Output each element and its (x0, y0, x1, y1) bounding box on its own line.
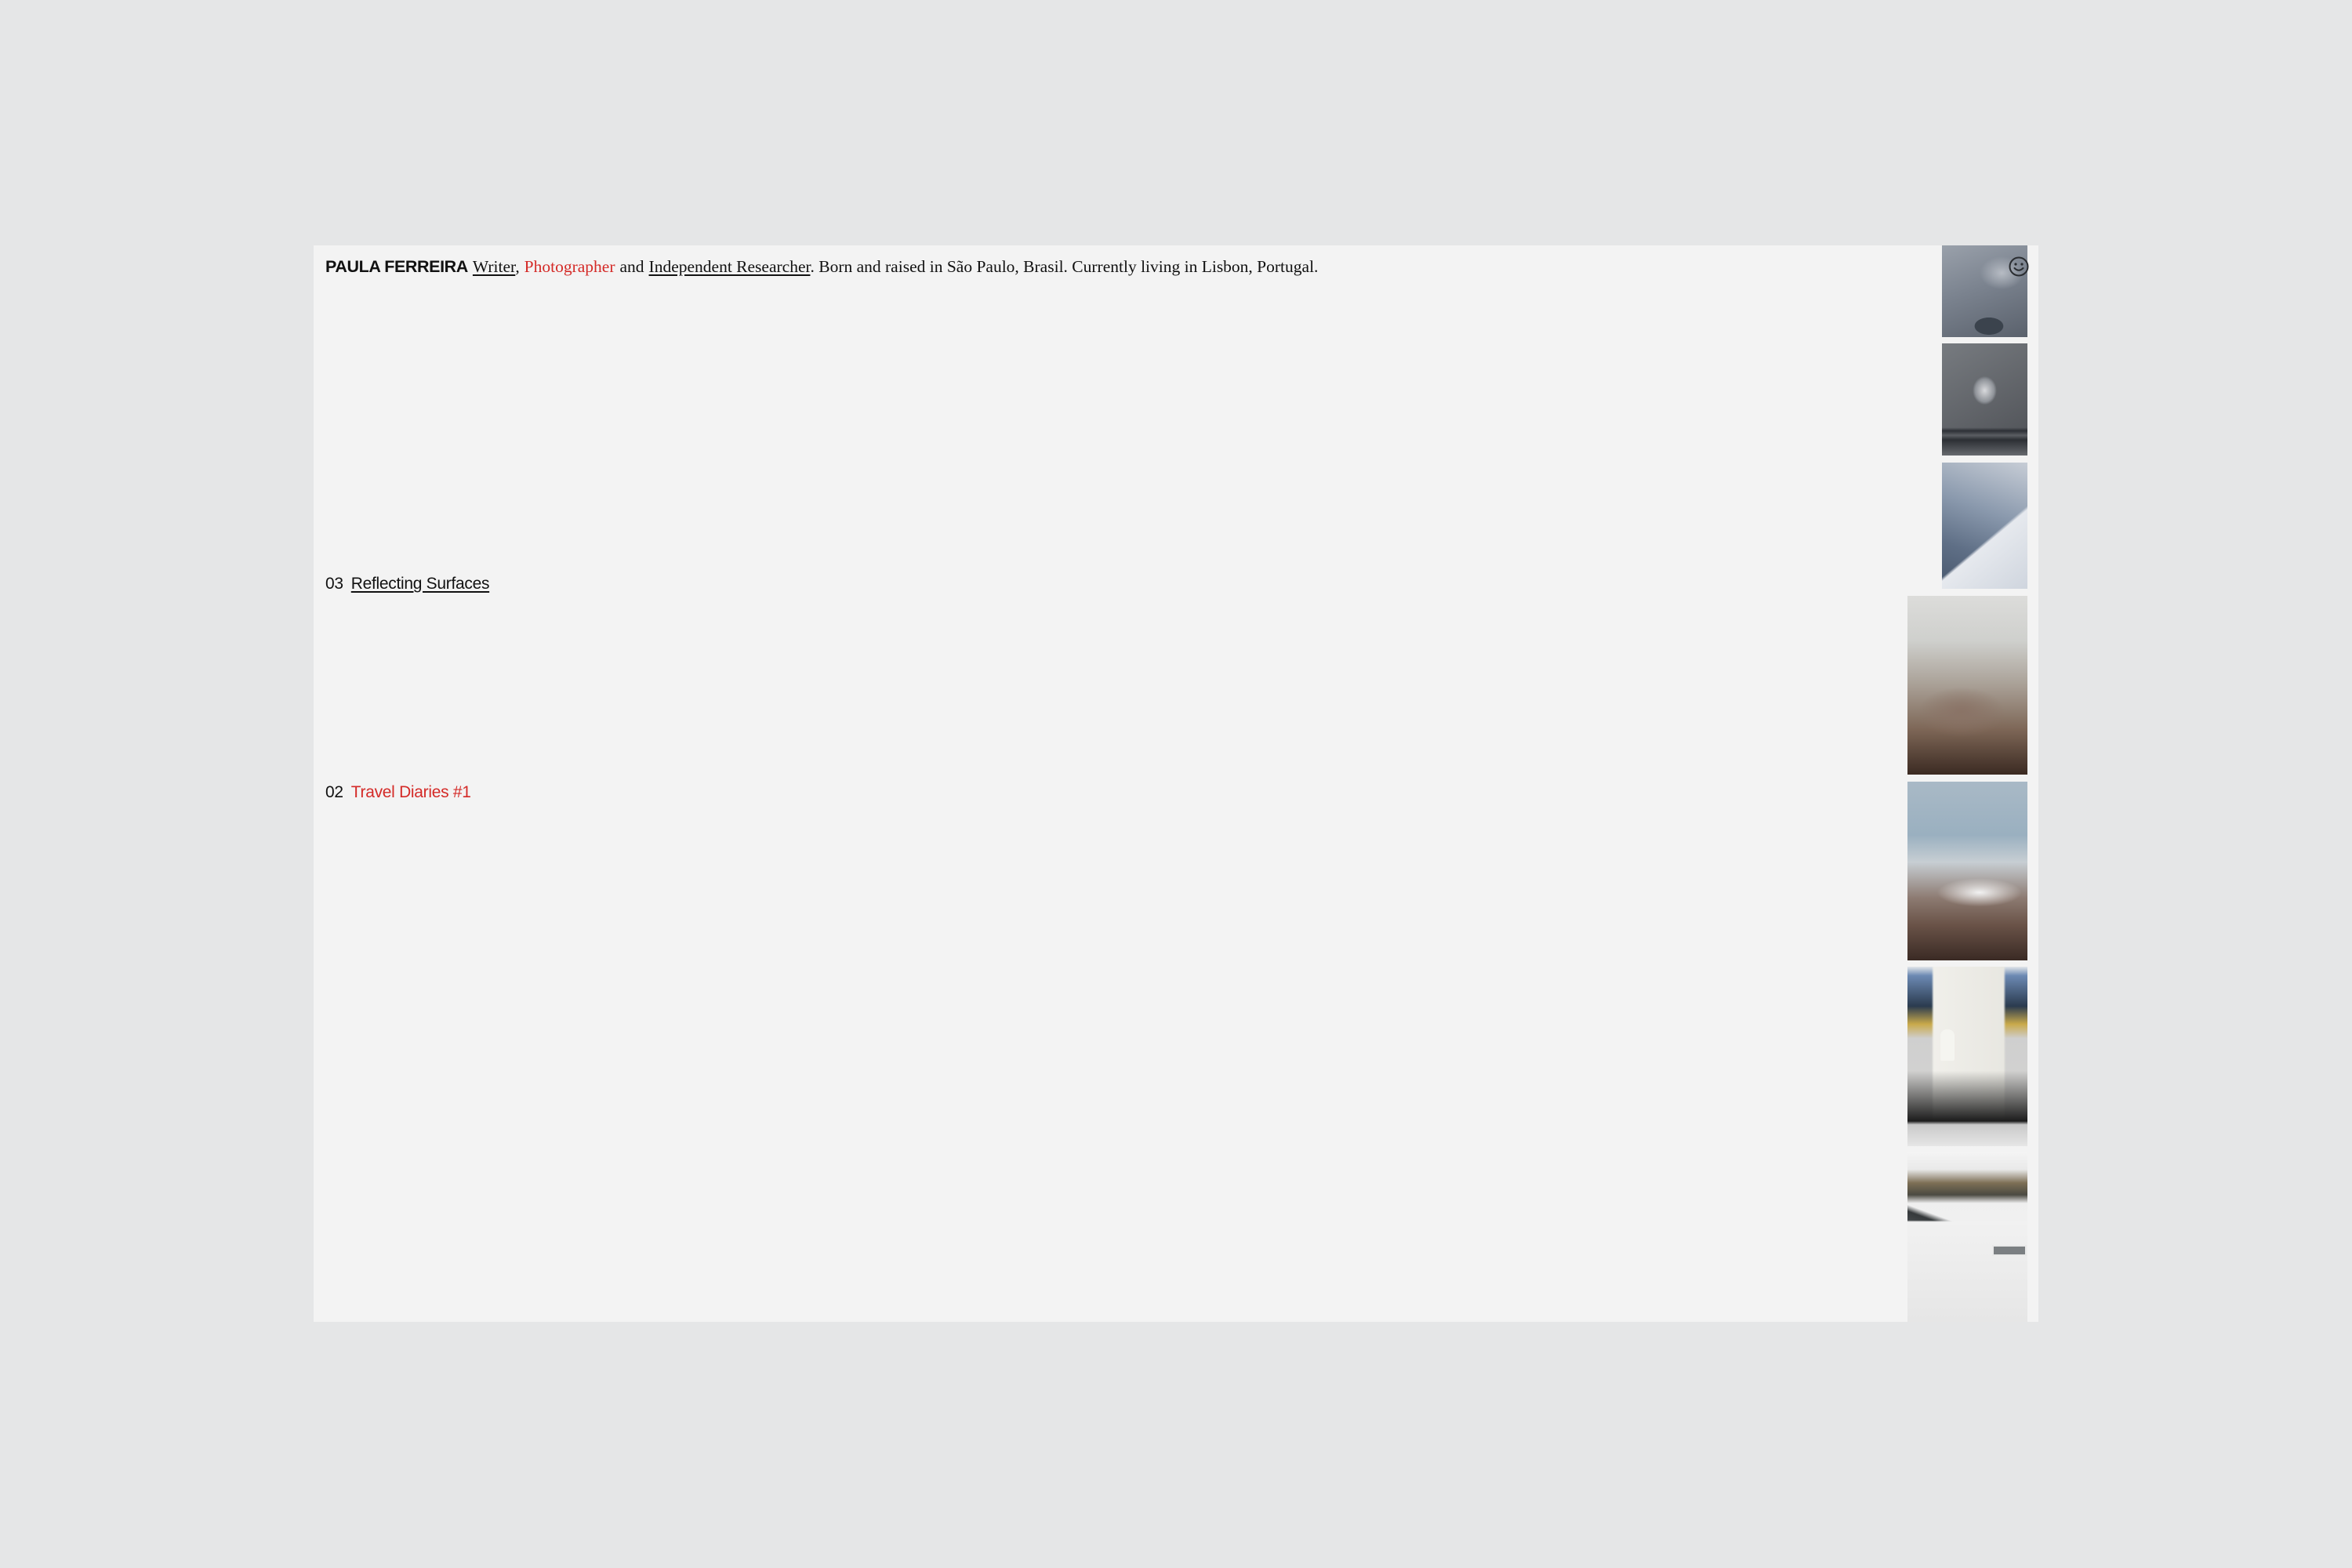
project-item-reflecting-surfaces[interactable]: 03 Reflecting Surfaces (325, 573, 489, 595)
thumbnail-image[interactable] (1942, 463, 2027, 589)
smiley-icon[interactable] (2008, 256, 2030, 278)
project-title[interactable]: Reflecting Surfaces (351, 575, 490, 593)
project-item-travel-diaries[interactable]: 02 Travel Diaries #1 (325, 782, 471, 804)
project-number: 03 (325, 575, 343, 593)
bio-comma: , (515, 257, 520, 276)
thumbnail-image[interactable] (1907, 782, 2027, 960)
page-window: PAULA FERREIRA Writer, Photographer and … (314, 245, 2038, 1322)
bio-line: PAULA FERREIRA Writer, Photographer and … (325, 255, 1318, 278)
bio-text: . Born and raised in São Paulo, Brasil. … (810, 257, 1319, 276)
thumbnail-image[interactable] (1907, 1152, 2027, 1322)
bio-and: and (619, 257, 644, 276)
researcher-link[interactable]: Independent Researcher (649, 257, 811, 276)
author-name[interactable]: PAULA FERREIRA (325, 257, 468, 276)
thumbnail-image[interactable] (1942, 343, 2027, 456)
thumbnail-image[interactable] (1907, 967, 2027, 1146)
photographer-link[interactable]: Photographer (524, 257, 615, 276)
thumbnail-image[interactable] (1907, 596, 2027, 775)
project-title[interactable]: Travel Diaries #1 (351, 783, 471, 801)
project-number: 02 (325, 783, 343, 801)
writer-link[interactable]: Writer (473, 257, 515, 276)
